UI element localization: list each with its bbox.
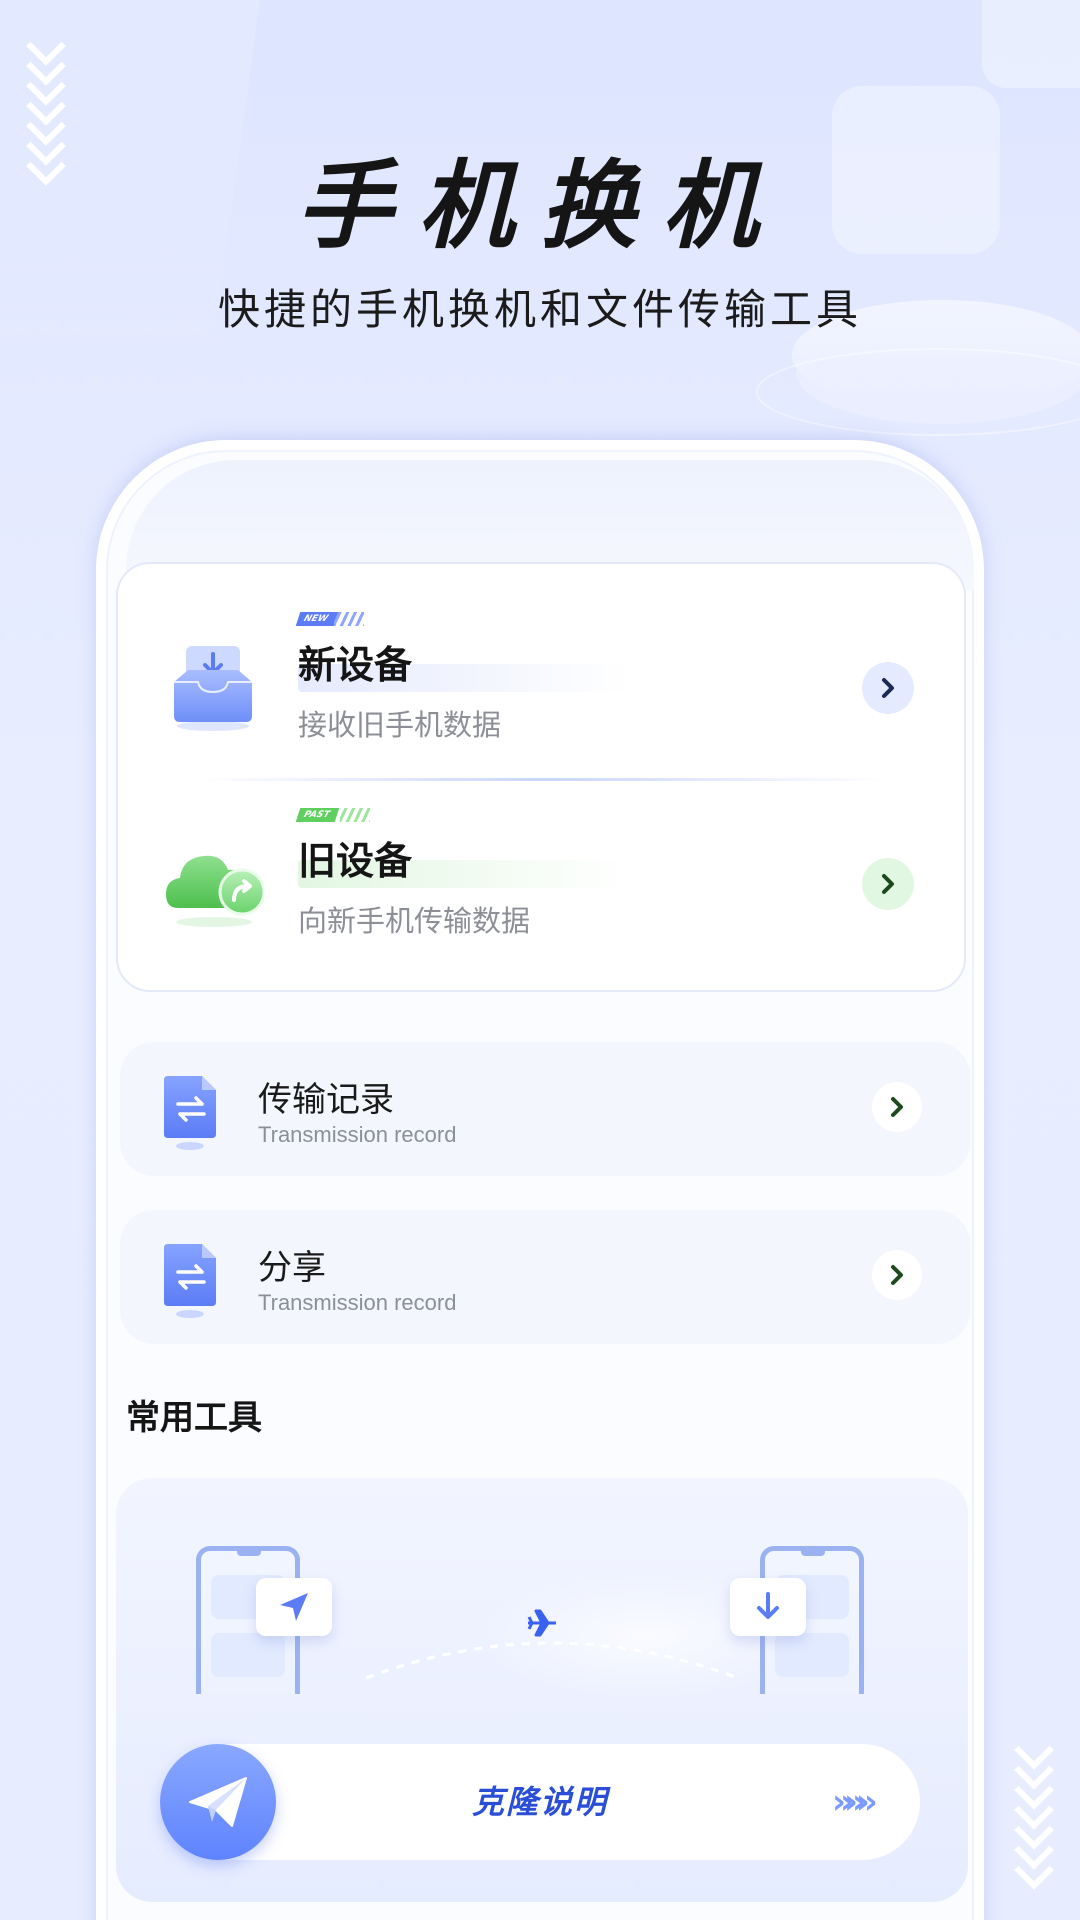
clone-instructions-button[interactable]: 克隆说明 »»» xyxy=(160,1744,920,1860)
cloud-share-icon xyxy=(164,838,266,928)
old-device-arrow-button[interactable] xyxy=(862,858,914,910)
page-title: 手机换机 xyxy=(296,150,784,262)
list-item-transmission-record[interactable]: 传输记录 Transmission record xyxy=(120,1042,970,1176)
new-device-title: 新设备 xyxy=(298,643,413,687)
chevron-decoration-icon xyxy=(1014,1730,1054,1890)
old-device-description: 向新手机传输数据 xyxy=(298,904,531,938)
navigation-arrow-icon xyxy=(280,1593,308,1621)
chevron-right-icon xyxy=(882,678,894,698)
send-bubble xyxy=(256,1578,332,1636)
old-device-row[interactable]: PAST 旧设备 向新手机传输数据 xyxy=(118,794,968,974)
new-device-row[interactable]: NEW 新设备 接收旧手机数据 xyxy=(118,598,968,778)
chevron-right-icon xyxy=(891,1265,903,1285)
paper-plane-icon xyxy=(160,1744,276,1860)
new-tag: NEW xyxy=(295,612,338,626)
divider xyxy=(198,778,888,781)
tag-stripes xyxy=(340,808,370,822)
section-title-tools: 常用工具 xyxy=(126,1398,262,1438)
list-item-title: 传输记录 xyxy=(258,1080,394,1120)
list-item-arrow-button[interactable] xyxy=(872,1082,922,1132)
chevron-right-icon xyxy=(882,874,894,894)
new-device-arrow-button[interactable] xyxy=(862,662,914,714)
decorative-square xyxy=(982,0,1080,88)
receive-bubble xyxy=(730,1578,806,1636)
clone-tool-card: 克隆说明 »»» xyxy=(116,1478,968,1902)
old-device-title: 旧设备 xyxy=(298,839,413,883)
chevron-right-icon xyxy=(891,1097,903,1117)
triple-chevron-icon: »»» xyxy=(832,1782,878,1822)
list-item-share[interactable]: 分享 Transmission record xyxy=(120,1210,970,1344)
inbox-download-icon xyxy=(168,642,258,732)
tag-stripes xyxy=(334,612,364,626)
list-item-title: 分享 xyxy=(258,1248,326,1288)
document-transfer-icon xyxy=(164,1244,218,1318)
document-transfer-icon xyxy=(164,1076,218,1150)
list-item-subtitle: Transmission record xyxy=(258,1122,457,1147)
airplane-icon xyxy=(527,1609,556,1637)
device-card: NEW 新设备 接收旧手机数据 PAST 旧设备 向新手机传输数据 xyxy=(116,562,966,992)
past-tag: PAST xyxy=(295,808,340,822)
list-item-arrow-button[interactable] xyxy=(872,1250,922,1300)
page-subtitle: 快捷的手机换机和文件传输工具 xyxy=(217,285,862,334)
download-arrow-icon xyxy=(757,1592,779,1619)
list-item-subtitle: Transmission record xyxy=(258,1290,457,1315)
new-device-description: 接收旧手机数据 xyxy=(298,708,502,742)
